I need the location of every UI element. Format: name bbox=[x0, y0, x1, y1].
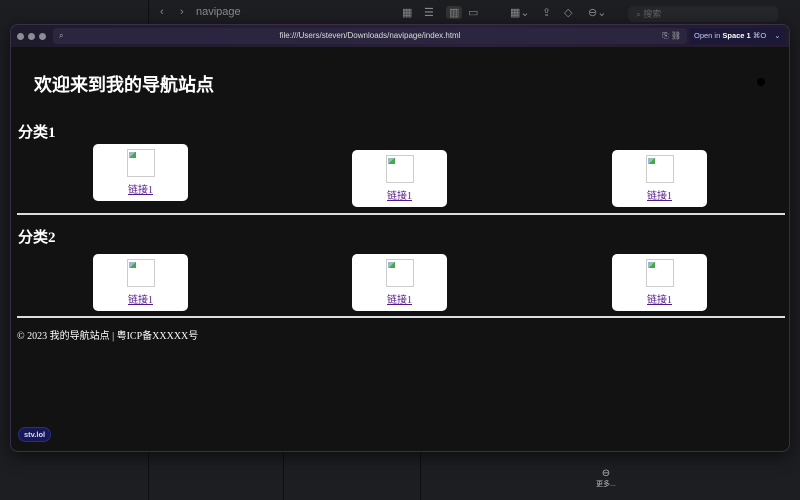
share-icon[interactable]: ⇪ bbox=[542, 6, 551, 19]
column-divider bbox=[283, 452, 284, 500]
gallery-view-icon[interactable]: ▭ bbox=[468, 6, 478, 19]
link-card[interactable]: 链接1 bbox=[612, 254, 707, 311]
column-divider bbox=[420, 452, 421, 500]
open-in-space-button[interactable]: Open in Space 1 ⌘O ⌄ bbox=[689, 28, 785, 44]
search-icon: ⌕ bbox=[59, 31, 64, 40]
category-heading: 分类1 bbox=[18, 125, 56, 141]
link-card[interactable]: 链接1 bbox=[612, 150, 707, 207]
footer: © 2023 我的导航站点 | 粤ICP备XXXXX号 bbox=[17, 331, 199, 342]
broken-image-icon bbox=[645, 259, 674, 287]
page-title: 欢迎来到我的导航站点 bbox=[34, 75, 214, 95]
more-actions-icon[interactable]: ⊖⌄ bbox=[588, 6, 606, 19]
link-card[interactable]: 链接1 bbox=[93, 254, 188, 311]
back-icon[interactable]: ‹ bbox=[160, 6, 164, 18]
open-in-label: Open in bbox=[694, 31, 721, 40]
link[interactable]: 链接1 bbox=[352, 187, 447, 202]
folder-title: navipage bbox=[196, 6, 241, 18]
chevron-down-icon[interactable]: ⌄ bbox=[774, 31, 780, 40]
link[interactable]: 链接1 bbox=[612, 187, 707, 202]
category-heading: 分类2 bbox=[18, 230, 56, 246]
tag-icon[interactable]: ◇ bbox=[564, 6, 572, 19]
page-content: 欢迎来到我的导航站点 分类1 链接1 链接1 链接1 分类2 链接1 链接1 链… bbox=[11, 47, 789, 451]
column-view-icon[interactable]: ▥ bbox=[446, 5, 463, 19]
link[interactable]: 链接1 bbox=[352, 291, 447, 306]
broken-image-icon bbox=[645, 155, 674, 183]
list-view-icon[interactable]: ☰ bbox=[424, 6, 434, 19]
link[interactable]: 链接1 bbox=[93, 181, 188, 196]
link-card[interactable]: 链接1 bbox=[352, 150, 447, 207]
broken-image-icon bbox=[126, 259, 155, 287]
search-placeholder: 搜索 bbox=[643, 9, 662, 19]
link[interactable]: 链接1 bbox=[93, 291, 188, 306]
broken-image-icon bbox=[385, 155, 414, 183]
broken-image-icon bbox=[126, 149, 155, 177]
divider bbox=[17, 316, 785, 318]
icon-view-icon[interactable]: ▦ bbox=[402, 6, 412, 19]
url-text: file:///Users/steven/Downloads/navipage/… bbox=[279, 31, 461, 40]
space-name: Space 1 bbox=[722, 31, 751, 40]
link-card[interactable]: 链接1 bbox=[352, 254, 447, 311]
link-icon[interactable]: ⎘ ⛓ bbox=[662, 28, 681, 44]
theme-toggle[interactable] bbox=[757, 78, 765, 86]
more-label: 更多... bbox=[596, 481, 616, 488]
link-card[interactable]: 链接1 bbox=[93, 144, 188, 201]
close-icon[interactable] bbox=[17, 32, 24, 40]
broken-image-icon bbox=[385, 259, 414, 287]
site-badge[interactable]: stv.lol bbox=[18, 427, 52, 442]
finder-search[interactable]: ⌕ 搜索 bbox=[628, 6, 778, 22]
window-controls[interactable] bbox=[17, 32, 46, 40]
link[interactable]: 链接1 bbox=[612, 291, 707, 306]
browser-toolbar: ⌕ file:///Users/steven/Downloads/navipage… bbox=[11, 25, 789, 47]
more-icon: ⊖ bbox=[601, 468, 611, 479]
divider bbox=[17, 213, 785, 215]
forward-icon[interactable]: › bbox=[180, 6, 184, 18]
url-bar[interactable]: ⌕ file:///Users/steven/Downloads/navipage… bbox=[53, 28, 687, 44]
group-icon[interactable]: ▦⌄ bbox=[510, 6, 530, 19]
browser-window: ⌕ file:///Users/steven/Downloads/navipage… bbox=[10, 24, 790, 452]
minimize-icon[interactable] bbox=[28, 32, 35, 40]
more-button[interactable]: ⊖ 更多... bbox=[596, 468, 616, 489]
shortcut: ⌘O bbox=[752, 31, 767, 40]
zoom-icon[interactable] bbox=[39, 32, 46, 40]
